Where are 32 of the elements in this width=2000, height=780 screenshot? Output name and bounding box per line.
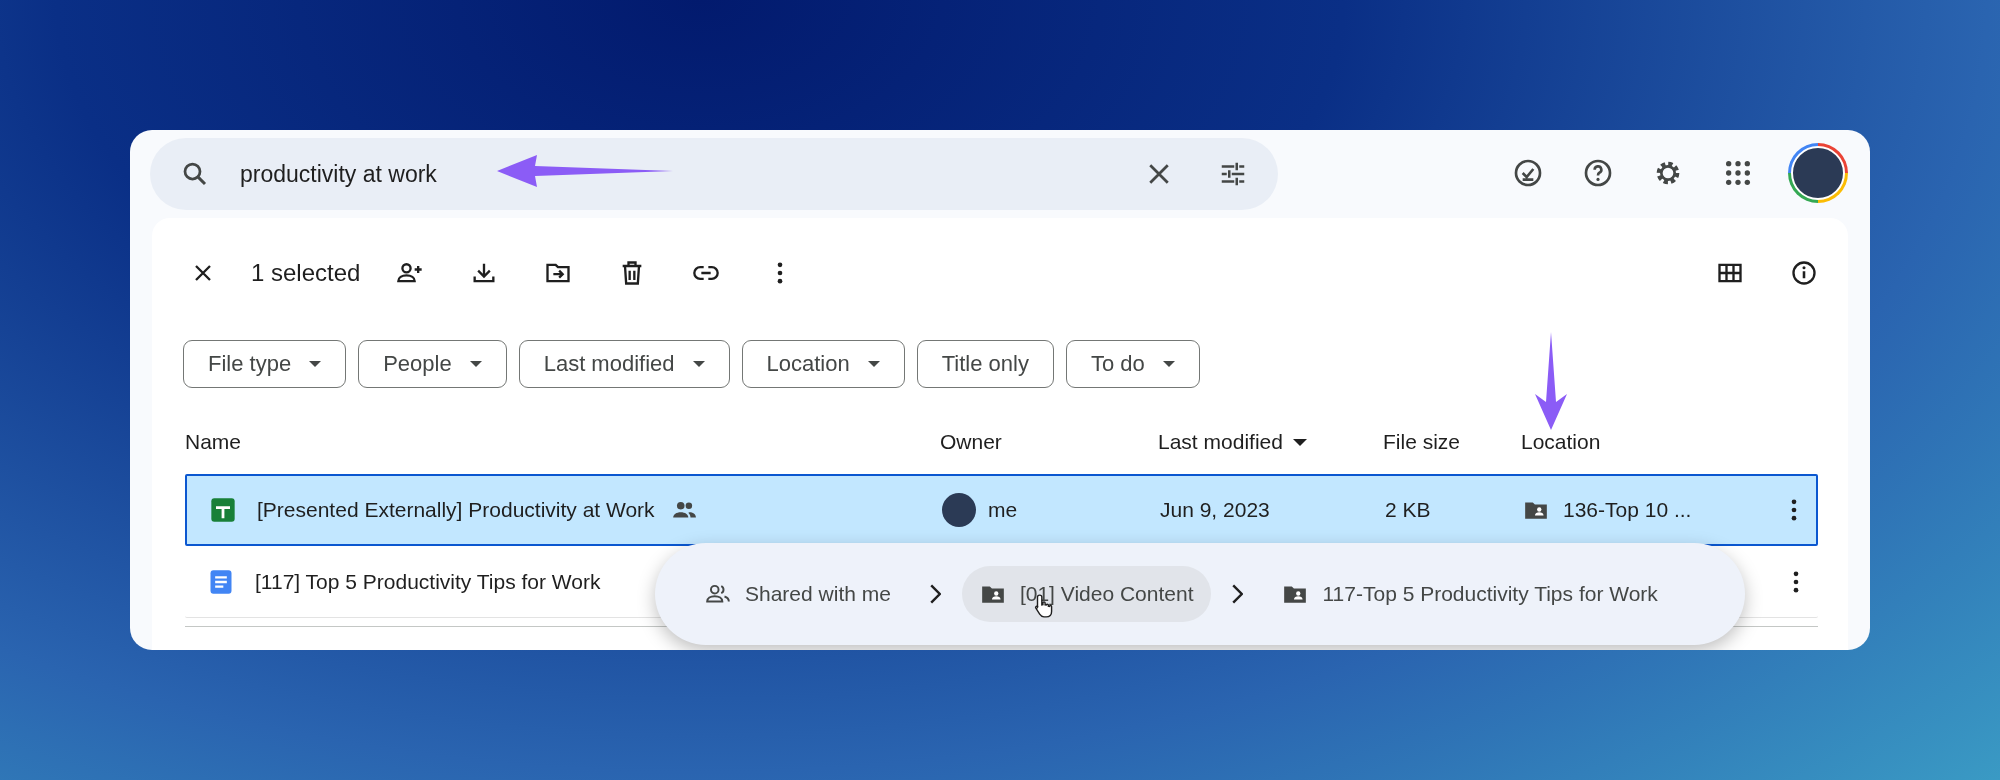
filter-chip[interactable]: To do [1065,340,1200,388]
location-text: 136-Top 10 ... [1563,498,1692,522]
chevron-right-icon [1232,584,1244,604]
column-header[interactable]: File size [1383,430,1521,454]
breadcrumb-item[interactable]: 117-Top 5 Productivity Tips for Work [1264,566,1676,622]
search-query: productivity at work [240,160,437,188]
filter-chip[interactable]: People [358,340,507,388]
chevron-right-icon [929,584,941,604]
selection-count: 1 selected [251,259,361,287]
owner-avatar [942,493,976,527]
filter-chip[interactable]: Location [741,340,905,388]
check-circle-icon[interactable] [1512,157,1544,189]
file-size: 2 KB [1385,498,1431,521]
info-icon[interactable] [1790,259,1818,287]
breadcrumb-item[interactable]: Shared with me [687,566,909,622]
spreadsheet-icon [209,496,237,524]
filter-chip[interactable]: Title only [916,340,1054,388]
filter-chip[interactable]: Last modified [518,340,730,388]
help-icon[interactable] [1582,157,1614,189]
file-row[interactable]: [Presented Externally] Productivity at Work me Jun 9, 2023 2 KB 136-Top 10 ... [185,474,1818,546]
column-header[interactable]: Location [1521,430,1775,454]
search-field[interactable]: productivity at work [150,138,1278,210]
owner-name: me [988,498,1018,522]
modified-date: Jun 9, 2023 [1160,498,1270,521]
filter-chip[interactable]: File type [183,340,347,388]
breadcrumb-item[interactable]: [01] Video Content [961,566,1212,622]
file-name: [Presented Externally] Productivity at Work [257,498,655,522]
column-header[interactable]: Last modified [1158,430,1383,454]
file-name: [117] Top 5 Productivity Tips for Work [255,569,601,594]
account-avatar[interactable] [1788,143,1848,203]
column-header[interactable]: Name [185,430,940,454]
column-header[interactable]: Owner [940,430,1158,454]
